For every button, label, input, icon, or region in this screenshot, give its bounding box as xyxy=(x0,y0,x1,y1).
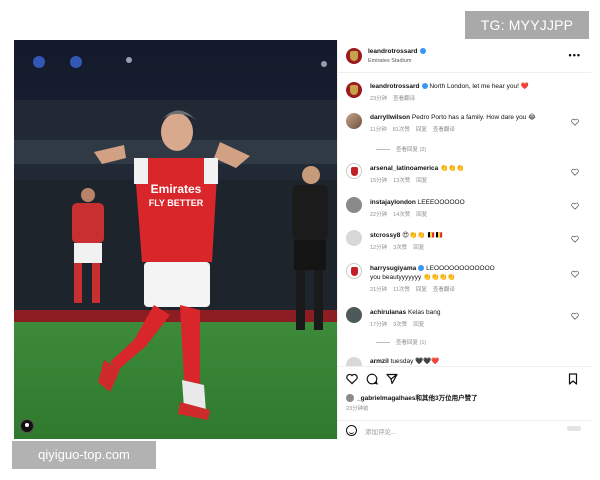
like-icon[interactable] xyxy=(346,373,358,385)
like-comment-icon[interactable] xyxy=(571,312,579,320)
reply-link[interactable]: 回复 xyxy=(416,212,427,218)
add-comment-bar: 添加评论... xyxy=(338,420,591,439)
list-item: darryllwilson Pedro Porto has a family. … xyxy=(344,111,585,157)
share-icon[interactable] xyxy=(386,373,398,385)
like-comment-icon[interactable] xyxy=(571,235,579,243)
post-comment-button[interactable] xyxy=(567,426,581,431)
post-header: leandrotrossard Emirates Stadium ••• xyxy=(338,40,591,73)
reply-link[interactable]: 回复 xyxy=(416,178,427,184)
list-item: arsenal_latinoamerica 👏👏👏 15分钟 13次赞 回复 xyxy=(344,162,585,188)
watermark-bottom: qiyiguo-top.com xyxy=(12,441,156,469)
liker-avatar xyxy=(346,394,354,403)
verified-badge-icon xyxy=(419,48,426,55)
reply-link[interactable]: 回复 xyxy=(413,322,424,328)
comment-meta: 15分钟 13次赞 回复 xyxy=(370,178,428,184)
list-item: achirulanas Kelas bang 17分钟 3次赞 回复 查看回复 (1… xyxy=(344,306,585,350)
comment-text: stcrossy8 😍👏👏 🇧🇪🇧🇪 xyxy=(370,232,444,239)
list-item: harrysugiyama LEOOOOOOOOOOOO you beautyy… xyxy=(344,262,585,298)
more-horizontal-icon[interactable]: ••• xyxy=(569,50,581,60)
caption-text: leandrotrossard North London, let me hea… xyxy=(370,83,529,90)
emoji-icon[interactable] xyxy=(346,425,357,436)
action-bar xyxy=(338,366,591,388)
commenter-avatar[interactable] xyxy=(346,307,362,323)
commenter-avatar[interactable] xyxy=(346,263,362,279)
save-bookmark-icon[interactable] xyxy=(567,373,579,385)
verified-badge-icon xyxy=(421,83,428,90)
comment-meta: 12分钟 3次赞 回复 xyxy=(370,245,425,251)
view-replies-link[interactable]: 查看回复 (1) xyxy=(376,338,426,346)
post-date: 23分钟前 xyxy=(346,406,369,412)
comment-meta: 21分钟 11次赞 回复 查看翻译 xyxy=(370,287,455,293)
commenter-avatar[interactable] xyxy=(346,230,362,246)
author-avatar[interactable] xyxy=(346,48,362,64)
comment-text: darryllwilson Pedro Porto has a family. … xyxy=(370,114,536,121)
comment-text: arsenal_latinoamerica 👏👏👏 xyxy=(370,165,465,172)
list-item: armzil tuesday 🖤🖤❤️ xyxy=(344,356,585,366)
post-photo[interactable]: Emirates FLY BETTER xyxy=(14,40,337,439)
comment-text: achirulanas Kelas bang xyxy=(370,309,441,316)
reply-link[interactable]: 回复 xyxy=(413,245,424,251)
comment-text: instajaylondon LEEEOOOOOO xyxy=(370,199,465,206)
svg-text:FLY BETTER: FLY BETTER xyxy=(149,198,204,208)
photo-illustration: Emirates FLY BETTER xyxy=(14,40,337,439)
view-replies-link[interactable]: 查看回复 (2) xyxy=(376,145,426,153)
like-comment-icon[interactable] xyxy=(571,168,579,176)
like-comment-icon[interactable] xyxy=(571,202,579,210)
author-username[interactable]: leandrotrossard xyxy=(368,48,426,55)
liked-by-text[interactable]: _gabrielmagalhaes和其他3万位用户赞了 xyxy=(346,392,478,403)
comment-text: harrysugiyama LEOOOOOOOOOOOO xyxy=(370,265,495,272)
comment-meta: 22分钟 14次赞 回复 xyxy=(370,212,428,218)
svg-text:Emirates: Emirates xyxy=(151,182,202,196)
like-comment-icon[interactable] xyxy=(571,270,579,278)
translate-link[interactable]: 查看翻译 xyxy=(393,96,415,102)
commenter-avatar[interactable] xyxy=(346,113,362,129)
post-location[interactable]: Emirates Stadium xyxy=(368,58,411,64)
verified-badge-icon xyxy=(418,265,425,272)
list-item: stcrossy8 😍👏👏 🇧🇪🇧🇪 12分钟 3次赞 回复 xyxy=(344,229,585,255)
caption-meta: 23分钟 查看翻译 xyxy=(370,96,416,102)
comment-text-line2: you beautyyyyyyy 👏👏👏👏 xyxy=(370,274,456,281)
comment-icon[interactable] xyxy=(366,373,378,385)
commenter-avatar[interactable] xyxy=(346,357,362,366)
caption: leandrotrossard North London, let me hea… xyxy=(344,80,585,104)
caption-avatar[interactable] xyxy=(346,82,362,98)
translate-link[interactable]: 查看翻译 xyxy=(433,127,455,133)
post-panel: leandrotrossard Emirates Stadium ••• lea… xyxy=(337,40,591,439)
commenter-avatar[interactable] xyxy=(346,197,362,213)
comment-meta: 17分钟 3次赞 回复 xyxy=(370,322,425,328)
commenter-avatar[interactable] xyxy=(346,163,362,179)
like-comment-icon[interactable] xyxy=(571,118,579,126)
reply-link[interactable]: 回复 xyxy=(416,287,427,293)
add-comment-input[interactable]: 添加评论... xyxy=(365,426,396,436)
reply-link[interactable]: 回复 xyxy=(416,127,427,133)
list-item: instajaylondon LEEEOOOOOO 22分钟 14次赞 回复 xyxy=(344,196,585,222)
comment-meta: 11分钟 81次赞 回复 查看翻译 xyxy=(370,127,455,133)
comment-text: armzil tuesday 🖤🖤❤️ xyxy=(370,358,440,365)
tagged-user-icon[interactable] xyxy=(20,419,34,433)
watermark-top: TG: MYYJJPP xyxy=(465,11,589,39)
translate-link[interactable]: 查看翻译 xyxy=(433,287,455,293)
